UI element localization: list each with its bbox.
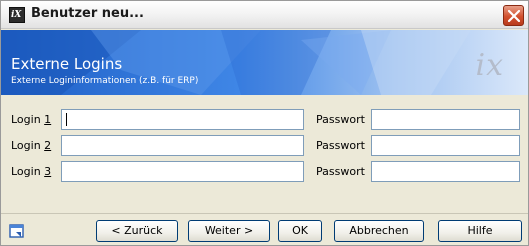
password-2-input[interactable] [371,135,520,156]
title-bar[interactable]: iX Benutzer neu... [1,1,528,29]
password-1-input[interactable] [371,109,520,130]
password-3-label: Passwort [316,165,365,178]
ok-button[interactable]: OK [278,220,322,242]
login-row-3: Login 3 Passwort [1,161,528,183]
close-button[interactable] [503,5,524,26]
help-button[interactable]: Hilfe [438,220,522,242]
app-icon-text: iX [11,10,22,20]
login-3-mnemonic: 3 [44,165,52,178]
login-1-label: Login 1 [11,113,51,126]
login-1-mnemonic: 1 [44,113,52,126]
login-3-label: Login 3 [11,165,51,178]
login-3-label-prefix: Login [11,165,45,178]
login-row-1: Login 1 Passwort [1,109,528,131]
login-row-2: Login 2 Passwort [1,135,528,157]
close-icon [508,10,520,22]
login-1-label-prefix: Login [11,113,45,126]
login-2-label-prefix: Login [11,139,45,152]
footer-separator [1,213,528,214]
login-2-mnemonic: 2 [44,139,52,152]
banner-title: Externe Logins [11,55,123,73]
password-2-label: Passwort [316,139,365,152]
help-window-icon[interactable] [9,223,25,239]
next-button[interactable]: Weiter > [188,220,270,242]
app-icon: iX [9,7,25,23]
back-button[interactable]: < Zurück [96,220,178,242]
text-caret [66,113,67,126]
login-3-input[interactable] [61,161,304,182]
login-2-input[interactable] [61,135,304,156]
password-1-label: Passwort [316,113,365,126]
header-banner: Externe Logins Externe Logininformatione… [1,30,528,95]
login-1-input[interactable] [61,109,304,130]
banner-subtitle: Externe Logininformationen (z.B. für ERP… [11,76,199,86]
dialog-window: iX Benutzer neu... Externe Logins Extern… [0,0,529,246]
password-3-input[interactable] [371,161,520,182]
brand-logo: ix [475,48,504,83]
login-2-label: Login 2 [11,139,51,152]
cancel-button[interactable]: Abbrechen [334,220,424,242]
window-title: Benutzer neu... [31,6,144,21]
